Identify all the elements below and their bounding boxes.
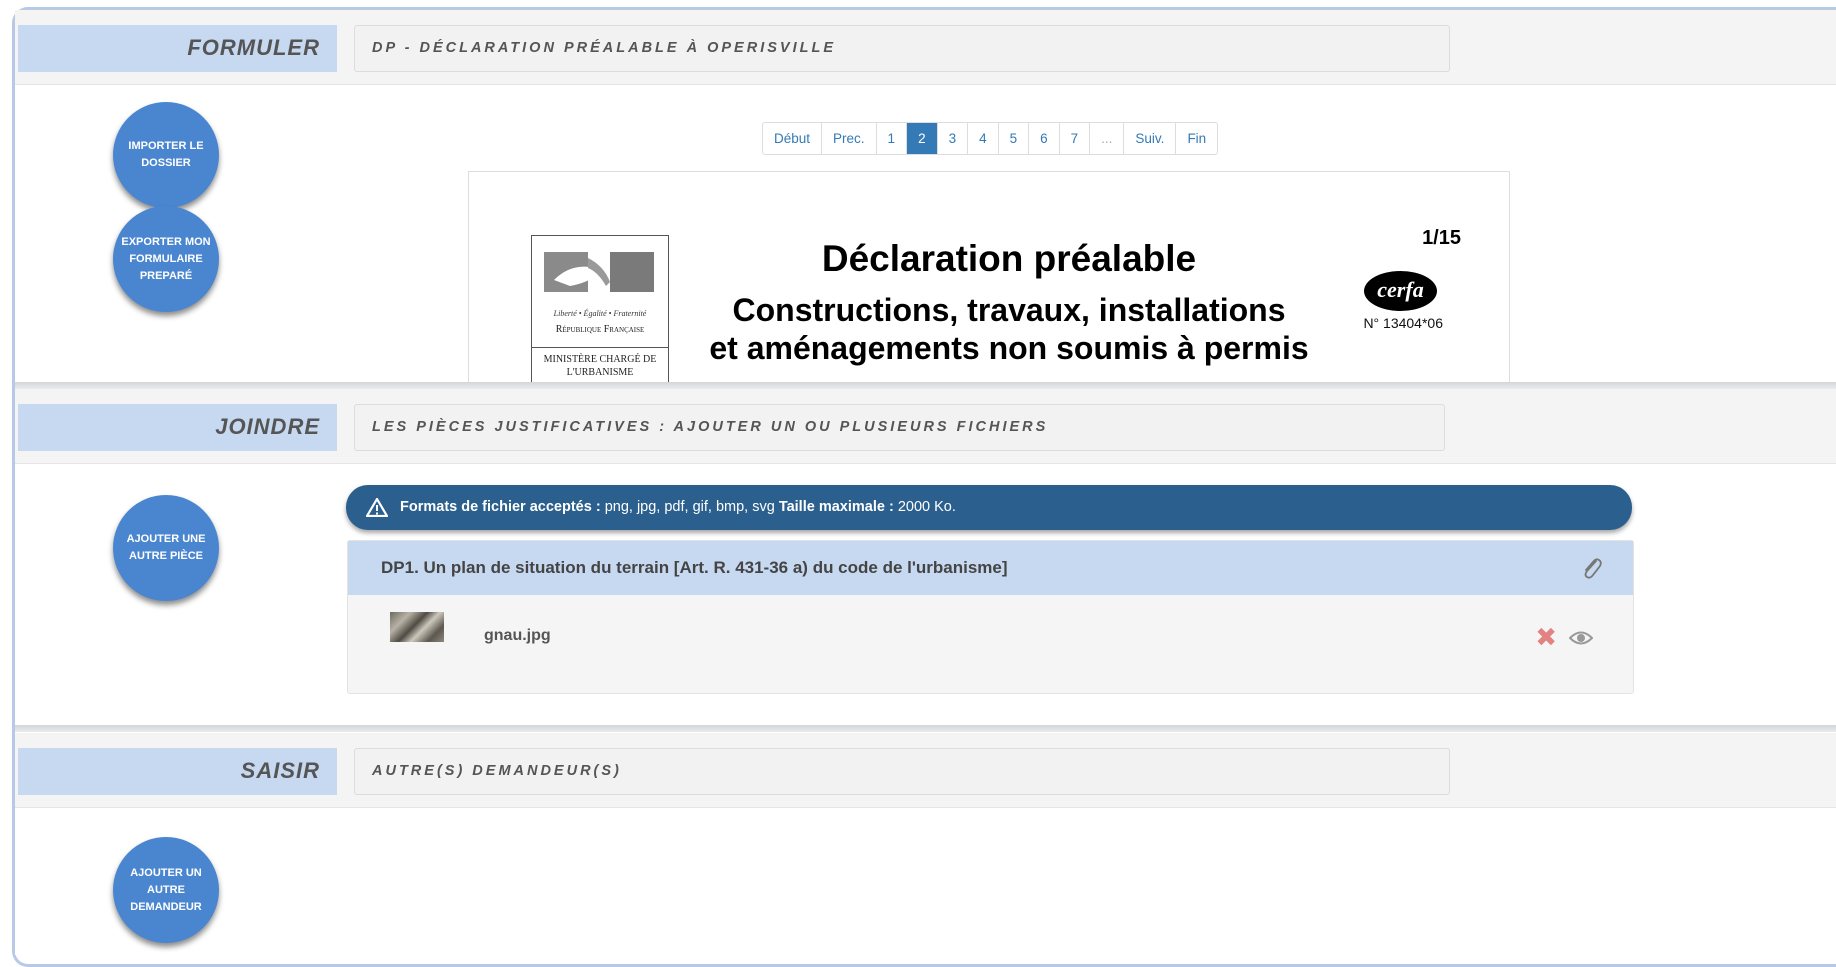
pager-page-2-current[interactable]: 2	[907, 123, 938, 154]
delete-file-icon[interactable]: ✖	[1535, 624, 1557, 650]
piece-title: DP1. Un plan de situation du terrain [Ar…	[348, 541, 1633, 595]
republic-name: République Française	[555, 324, 645, 335]
max-size-label: Taille maximale :	[778, 499, 894, 515]
section-formuler: FORMULER DP - DÉCLARATION PRÉALABLE À OP…	[15, 10, 1836, 382]
cerfa-logo: cerfa	[1364, 271, 1437, 311]
pager-page-1[interactable]: 1	[877, 123, 908, 154]
republic-motto: Liberté • Égalité • Fraternité	[553, 309, 647, 318]
document-subtitle-1: Constructions, travaux, installations	[732, 292, 1286, 328]
document-subtitle-2: et aménagements non soumis à permis	[709, 330, 1309, 366]
pager-next[interactable]: Suiv.	[1124, 123, 1177, 154]
export-form-button[interactable]: EXPORTER MON FORMULAIRE PREPARÉ	[113, 206, 219, 312]
section-title: DP - DÉCLARATION PRÉALABLE À OPERISVILLE	[354, 25, 1450, 72]
pager-page-3[interactable]: 3	[938, 123, 969, 154]
file-thumbnail	[390, 612, 444, 642]
pagination: Début Prec. 1 2 3 4 5 6 7 ... Suiv. Fin	[762, 122, 1219, 155]
document-title: Déclaration préalable	[821, 238, 1197, 279]
piece-card: DP1. Un plan de situation du terrain [Ar…	[347, 540, 1634, 694]
ministry-name: MINISTÈRE CHARGÉ DE L'URBANISME	[543, 354, 657, 378]
section-title: LES PIÈCES JUSTIFICATIVES : AJOUTER UN O…	[354, 404, 1445, 451]
section-label: SAISIR	[18, 748, 337, 795]
marianne-icon	[544, 252, 654, 292]
section-saisir: SAISIR AUTRE(S) DEMANDEUR(S) AJOUTER UN …	[15, 733, 1836, 955]
pager-page-5[interactable]: 5	[999, 123, 1030, 154]
upload-info-bar: Formats de fichier acceptés : png, jpg, …	[346, 485, 1632, 530]
pager-ellipsis: ...	[1090, 123, 1125, 154]
pager-first[interactable]: Début	[763, 123, 823, 154]
formats-label: Formats de fichier acceptés :	[400, 499, 601, 515]
pager-page-4[interactable]: 4	[968, 123, 999, 154]
section-title: AUTRE(S) DEMANDEUR(S)	[354, 748, 1450, 795]
add-piece-button[interactable]: AJOUTER UNE AUTRE PIÈCE	[113, 495, 219, 601]
max-size-value: 2000 Ko.	[893, 499, 956, 515]
view-file-eye-icon[interactable]	[1569, 629, 1593, 647]
section-label: FORMULER	[18, 25, 337, 72]
divider	[532, 347, 668, 348]
formats-value: png, jpg, pdf, gif, bmp, svg	[600, 499, 779, 515]
section-label: JOINDRE	[18, 404, 337, 451]
cerfa-document-page: Liberté • Égalité • Fraternité Républiqu…	[468, 171, 1510, 382]
pager-prev[interactable]: Prec.	[822, 123, 877, 154]
section-joindre: JOINDRE LES PIÈCES JUSTIFICATIVES : AJOU…	[15, 389, 1836, 725]
pager-page-6[interactable]: 6	[1029, 123, 1060, 154]
warning-triangle-icon	[366, 497, 388, 517]
cerfa-number: N° 13404*06	[1363, 315, 1443, 331]
pager-page-7[interactable]: 7	[1060, 123, 1091, 154]
add-applicant-button[interactable]: AJOUTER UN AUTRE DEMANDEUR	[113, 837, 219, 943]
section-divider	[15, 382, 1836, 389]
section-divider	[15, 725, 1836, 732]
pager-last[interactable]: Fin	[1176, 123, 1217, 154]
import-dossier-button[interactable]: IMPORTER LE DOSSIER	[113, 102, 219, 208]
paperclip-icon[interactable]	[1581, 556, 1603, 580]
file-name: gnau.jpg	[484, 627, 551, 644]
page-counter: 1/15	[1422, 227, 1461, 249]
